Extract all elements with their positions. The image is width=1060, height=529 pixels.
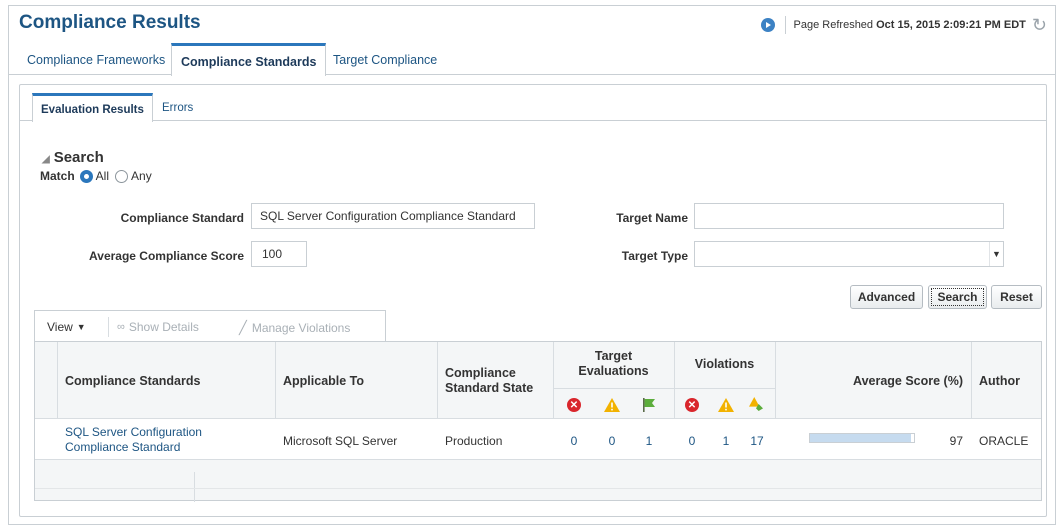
- pencil-icon: ╱: [239, 320, 247, 335]
- compliance-results-frame: Compliance Results Page Refreshed Oct 15…: [8, 5, 1056, 525]
- tab-target-compliance[interactable]: Target Compliance: [325, 53, 445, 67]
- target-name-label: Target Name: [616, 211, 688, 225]
- critical-icon: ✕: [567, 398, 581, 412]
- view-menu[interactable]: View ▼: [47, 320, 86, 334]
- average-score-input[interactable]: [251, 241, 307, 267]
- header-author[interactable]: Author: [979, 374, 1020, 388]
- search-title-text: Search: [53, 149, 104, 166]
- refresh-time: Oct 15, 2015 2:09:21 PM EDT: [876, 19, 1026, 31]
- advanced-button[interactable]: Advanced: [850, 285, 923, 309]
- average-score-label: Average Compliance Score: [89, 249, 244, 263]
- tab-errors[interactable]: Errors: [155, 102, 200, 114]
- show-details-button[interactable]: ∞ Show Details: [117, 320, 199, 334]
- target-type-select[interactable]: ▼: [694, 241, 1004, 267]
- match-all-label: All: [95, 169, 110, 183]
- warning-icon: [718, 398, 734, 412]
- critical-icon: ✕: [685, 398, 699, 412]
- minor-warning-icon: [749, 397, 763, 411]
- search-button[interactable]: Search: [928, 285, 987, 309]
- match-any-radio[interactable]: [115, 169, 129, 183]
- collapse-triangle-icon[interactable]: ◢: [42, 154, 50, 165]
- header-state-line2[interactable]: Standard State: [445, 381, 533, 395]
- compliance-standard-input[interactable]: [251, 203, 535, 229]
- compliant-flag-icon: [643, 398, 655, 412]
- dropdown-arrow-icon[interactable]: ▼: [989, 242, 1003, 266]
- target-eval-warning-count[interactable]: 0: [602, 434, 622, 448]
- average-score-bar-fill: [810, 434, 911, 442]
- table-toolbar: View ▼ ∞ Show Details ╱ Manage Violation…: [34, 310, 386, 342]
- compliance-standard-label: Compliance Standard: [120, 211, 244, 225]
- target-name-input[interactable]: [694, 203, 1004, 229]
- match-row: Match All Any: [40, 169, 158, 183]
- page-header: Compliance Results Page Refreshed Oct 15…: [9, 6, 1055, 42]
- tab-evaluation-results[interactable]: Evaluation Results: [32, 93, 153, 122]
- header-average-score[interactable]: Average Score (%): [775, 374, 963, 388]
- refresh-label: Page Refreshed: [793, 19, 874, 31]
- refresh-icon[interactable]: ↻: [1032, 16, 1047, 34]
- glasses-icon: ∞: [117, 321, 125, 333]
- search-section-title[interactable]: ◢ Search: [42, 149, 104, 166]
- header-applicable-to[interactable]: Applicable To: [283, 374, 364, 388]
- header-target-evaluations-line1: Target: [594, 349, 633, 363]
- tab-compliance-standards[interactable]: Compliance Standards: [171, 43, 327, 76]
- refresh-area: Page Refreshed Oct 15, 2015 2:09:21 PM E…: [760, 15, 1047, 35]
- table-row[interactable]: SQL Server Configuration Compliance Stan…: [35, 418, 1041, 460]
- tab-compliance-frameworks[interactable]: Compliance Frameworks: [19, 53, 173, 67]
- match-label: Match: [40, 169, 75, 183]
- view-label: View: [47, 320, 73, 334]
- average-score-bar: [809, 433, 915, 443]
- caret-down-icon: ▼: [76, 322, 86, 332]
- match-any-label: Any: [131, 169, 152, 183]
- header-state-line1[interactable]: Compliance: [445, 366, 516, 380]
- content-panel: Evaluation Results Errors ◢ Search Match …: [19, 84, 1047, 517]
- standard-link-line1[interactable]: SQL Server Configuration: [65, 425, 202, 439]
- standard-link-line2[interactable]: Compliance Standard: [65, 440, 180, 454]
- warning-icon: [604, 398, 620, 412]
- play-icon[interactable]: [760, 18, 775, 32]
- violations-minor-count[interactable]: 17: [747, 434, 767, 448]
- applicable-to-cell: Microsoft SQL Server: [283, 434, 398, 448]
- manage-violations-button[interactable]: ╱ Manage Violations: [239, 320, 350, 336]
- compliance-standards-table: Compliance Standards Applicable To Compl…: [34, 341, 1042, 502]
- footer-line: [35, 488, 1041, 489]
- divider: [784, 16, 786, 34]
- show-details-label: Show Details: [128, 320, 199, 334]
- author-cell: ORACLE: [979, 434, 1029, 448]
- header-violations: Violations: [694, 357, 755, 371]
- reset-button[interactable]: Reset: [991, 285, 1042, 309]
- header-subdivider: [553, 388, 775, 389]
- sub-tabs: Evaluation Results Errors: [20, 93, 1046, 122]
- violations-critical-count[interactable]: 0: [682, 434, 702, 448]
- footer-divider: [194, 472, 195, 502]
- manage-violations-label: Manage Violations: [251, 321, 351, 335]
- page-refreshed-text: Page Refreshed Oct 15, 2015 2:09:21 PM E…: [794, 19, 1026, 31]
- top-tabs: Compliance Frameworks Compliance Standar…: [9, 43, 1055, 76]
- target-type-label: Target Type: [621, 249, 688, 263]
- target-eval-compliant-count[interactable]: 1: [639, 434, 659, 448]
- violations-warning-count[interactable]: 1: [716, 434, 736, 448]
- header-compliance-standards[interactable]: Compliance Standards: [65, 374, 200, 388]
- average-score-value: 97: [949, 434, 963, 448]
- state-cell: Production: [445, 434, 503, 448]
- match-all-radio[interactable]: [79, 169, 93, 183]
- target-eval-critical-count[interactable]: 0: [564, 434, 584, 448]
- header-target-evaluations-line2: Evaluations: [578, 364, 649, 378]
- page-title: Compliance Results: [19, 12, 201, 33]
- toolbar-divider: [108, 317, 109, 337]
